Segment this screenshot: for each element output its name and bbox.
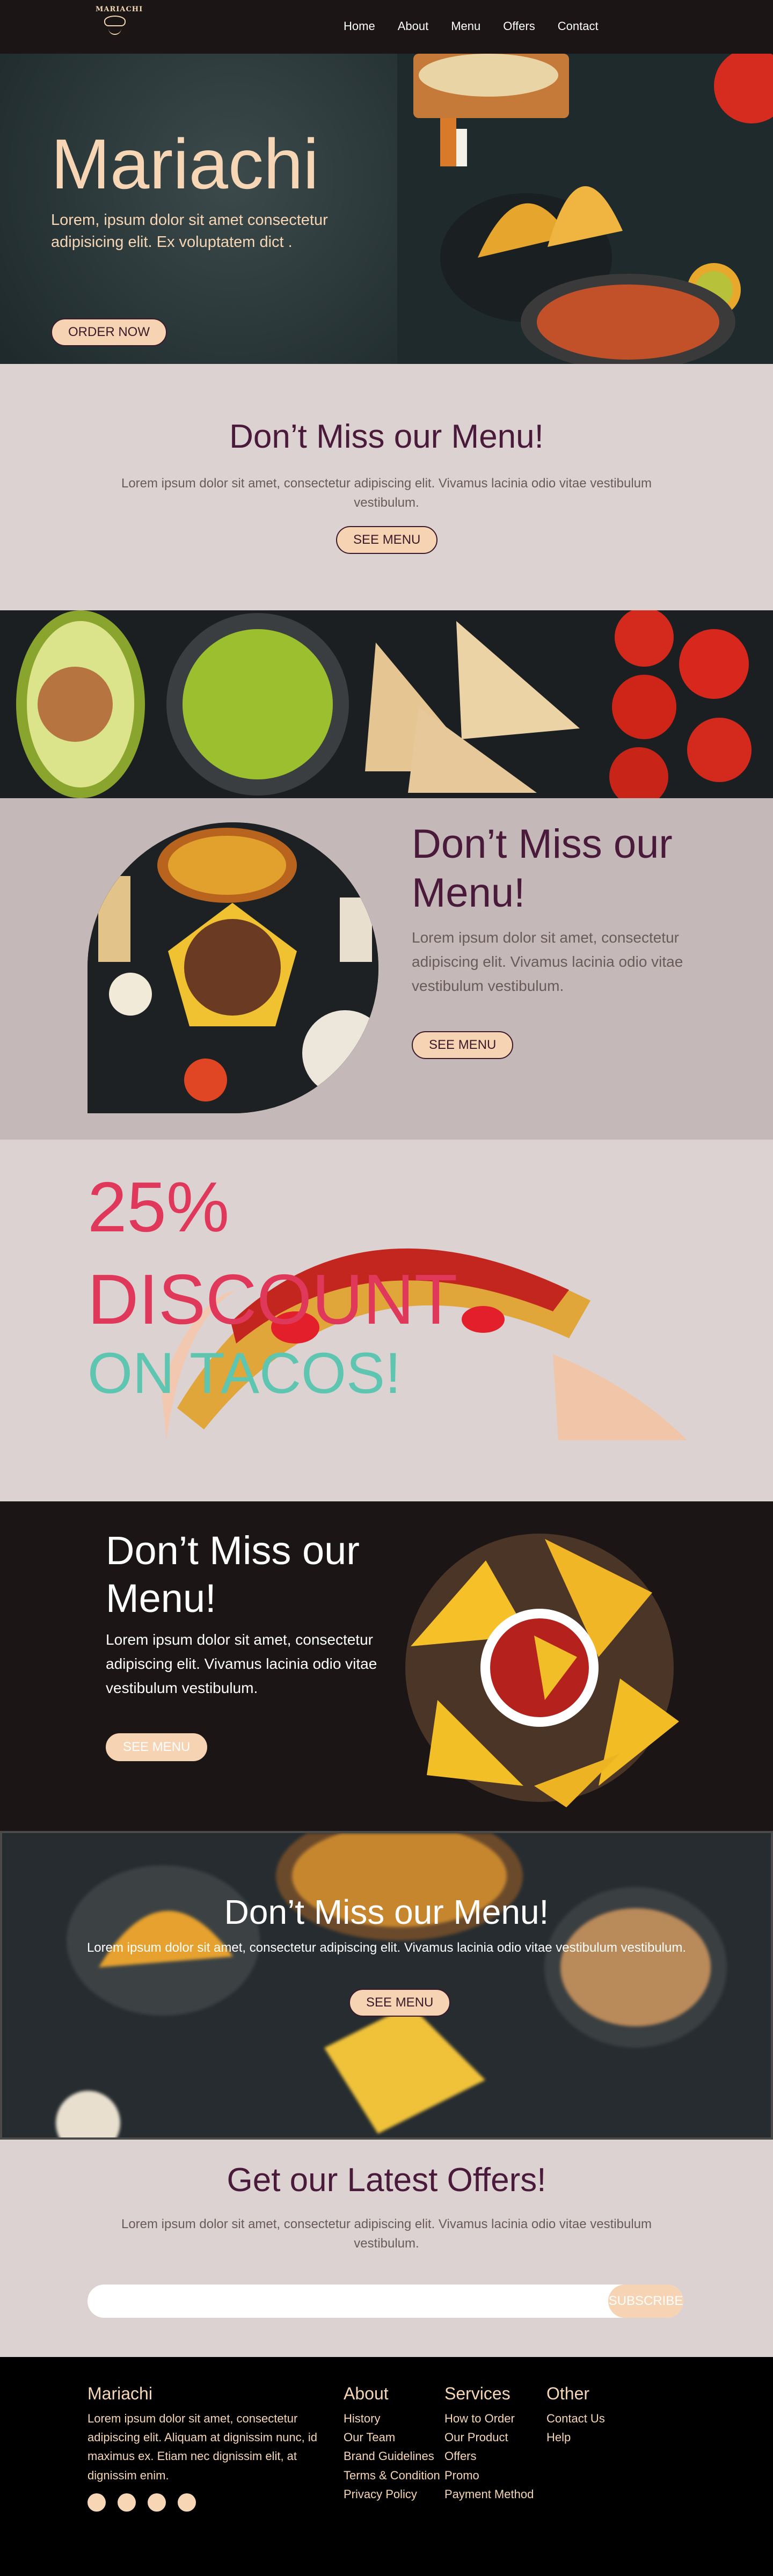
see-menu-button[interactable]: SEE MENU [106,1733,208,1761]
discount-banner: 25% DISCOUNT ON TACOS! [0,1140,773,1501]
nachos-image [405,1534,679,1807]
footer-brand: Mariachi [87,2384,152,2403]
main-menu: Home About Menu Offers Contact [344,19,599,33]
blurred-menu-banner: Don’t Miss our Menu! Lorem ipsum dolor s… [0,1831,773,2140]
menu-feature-title: Don’t Miss our Menu! [412,821,673,916]
hero-food-image [397,54,773,364]
footer-other-title: Other [546,2384,590,2403]
nav-contact-link[interactable]: Contact [558,19,599,33]
menu-promo-section: Don’t Miss our Menu! Lorem ipsum dolor s… [0,364,773,610]
footer-brand-column: Mariachi Lorem ipsum dolor sit amet, con… [87,2384,334,2512]
platter-image [87,822,378,1113]
discount-percent: 25% [87,1167,230,1246]
footer-link[interactable]: Contact Us [546,2409,605,2428]
social-links [87,2493,334,2512]
instagram-icon[interactable] [148,2493,166,2512]
footer-about-title: About [344,2384,389,2403]
footer-link[interactable]: Brand Guidelines [344,2447,440,2465]
footer-link[interactable]: Terms & Condition [344,2466,440,2485]
see-menu-button[interactable]: SEE MENU [349,1989,451,2017]
order-now-button[interactable]: ORDER NOW [51,318,167,346]
footer-link[interactable]: Promo [444,2466,534,2485]
menu-feature-text: Lorem ipsum dolor sit amet, consectetur … [412,929,683,994]
nav-about-link[interactable]: About [398,19,429,33]
blurred-menu-text: Lorem ipsum dolor sit amet, consectetur … [86,1940,687,1955]
top-navbar: MARIACHI Home About Menu Offers Contact [0,0,773,54]
nav-home-link[interactable]: Home [344,19,375,33]
footer-other-column: Other Contact Us Help [546,2384,605,2447]
menu-promo-text: Lorem ipsum dolor sit amet, consectetur … [121,476,652,510]
footer-link[interactable]: Help [546,2428,605,2447]
ingredients-image [0,610,773,798]
facebook-icon[interactable] [87,2493,106,2512]
footer-about-column: About History Our Team Brand Guidelines … [344,2384,440,2504]
site-footer: Mariachi Lorem ipsum dolor sit amet, con… [0,2357,773,2576]
discount-word: DISCOUNT [87,1260,458,1339]
email-input[interactable] [87,2285,683,2318]
dark-menu-section: Don’t Miss our Menu! Lorem ipsum dolor s… [0,1501,773,1831]
footer-link[interactable]: Offers [444,2447,534,2465]
twitter-icon[interactable] [178,2493,196,2512]
blurred-menu-title: Don’t Miss our Menu! [224,1893,549,1931]
menu-promo-title: Don’t Miss our Menu! [229,418,544,455]
see-menu-button[interactable]: SEE MENU [336,526,438,554]
hero-text: Lorem, ipsum dolor sit amet consectetur … [51,211,328,251]
hero-section: Mariachi Lorem, ipsum dolor sit amet con… [0,54,773,364]
offers-title: Get our Latest Offers! [227,2162,546,2199]
footer-services-column: Services How to Order Our Product Offers… [444,2384,534,2504]
footer-link[interactable]: History [344,2409,440,2428]
dark-menu-text: Lorem ipsum dolor sit amet, consectetur … [106,1631,377,1696]
footer-link[interactable]: Payment Method [444,2485,534,2504]
discount-tacos: ON TACOS! [87,1340,402,1405]
bowl-icon [108,28,121,35]
footer-link[interactable]: Privacy Policy [344,2485,440,2504]
see-menu-button[interactable]: SEE MENU [412,1031,514,1059]
sombrero-icon [104,16,126,26]
brand-logo[interactable]: MARIACHI [96,5,143,48]
dark-menu-title: Don’t Miss our Menu! [106,1528,360,1621]
offers-section: Get our Latest Offers! Lorem ipsum dolor… [0,2140,773,2357]
hero-title: Mariachi [51,125,319,203]
logo-text: MARIACHI [96,5,143,13]
footer-link[interactable]: Our Team [344,2428,440,2447]
blurred-food-image [2,1833,771,2137]
footer-link[interactable]: Our Product [444,2428,534,2447]
youtube-icon[interactable] [118,2493,136,2512]
footer-services-title: Services [444,2384,511,2403]
ingredients-banner [0,610,773,798]
footer-text: Lorem ipsum dolor sit amet, consectetur … [87,2412,318,2482]
menu-feature-section: Don’t Miss our Menu! Lorem ipsum dolor s… [0,798,773,1140]
offers-text: Lorem ipsum dolor sit amet, consectetur … [121,2217,652,2251]
nav-menu-link[interactable]: Menu [451,19,480,33]
nav-offers-link[interactable]: Offers [503,19,535,33]
footer-link[interactable]: How to Order [444,2409,534,2428]
subscribe-button[interactable]: SUBSCRIBE [608,2285,683,2318]
